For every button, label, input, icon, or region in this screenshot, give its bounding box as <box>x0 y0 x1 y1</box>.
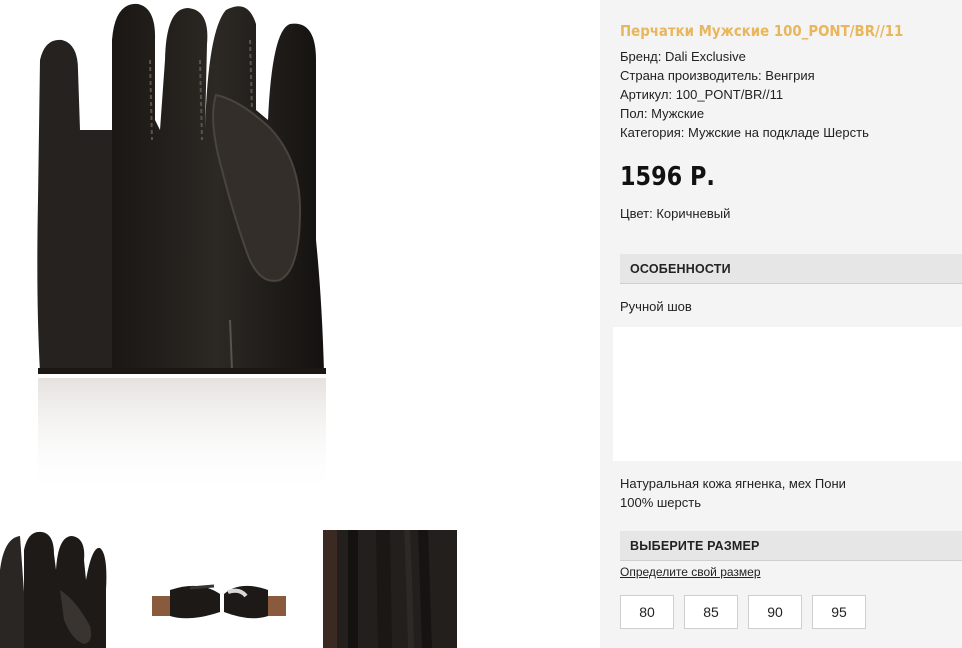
size-guide-link[interactable]: Определите свой размер <box>620 565 761 579</box>
thumbnail-front[interactable] <box>0 530 108 648</box>
material-line: 100% шерсть <box>620 495 701 510</box>
thumbnail-detail[interactable] <box>323 530 457 648</box>
attribute-brand: Бренд: Dali Exclusive <box>620 49 746 64</box>
main-product-image[interactable] <box>0 0 360 500</box>
features-heading: ОСОБЕННОСТИ <box>630 262 731 276</box>
attribute-gender: Пол: Мужские <box>620 106 705 121</box>
size-heading: ВЫБЕРИТЕ РАЗМЕР <box>630 539 760 553</box>
product-price: 1596 Р. <box>620 162 715 192</box>
product-gallery <box>0 0 600 648</box>
attribute-article: Артикул: 100_PONT/BR//11 <box>620 87 784 102</box>
material-description: Натуральная кожа ягненка, мех Пони 100% … <box>620 474 846 512</box>
product-title: Перчатки Мужские 100_PONT/BR//11 <box>620 22 904 40</box>
size-button-80[interactable]: 80 <box>620 595 674 629</box>
attribute-category: Категория: Мужские на подкладе Шерсть <box>620 125 869 140</box>
features-section-header: ОСОБЕННОСТИ <box>620 254 962 284</box>
product-info-panel: Перчатки Мужские 100_PONT/BR//11 Бренд: … <box>600 0 962 648</box>
feature-text: Ручной шов <box>620 299 692 314</box>
size-button-95[interactable]: 95 <box>812 595 866 629</box>
thumbnail-pair[interactable] <box>150 530 290 648</box>
product-color: Цвет: Коричневый <box>620 206 731 221</box>
size-section-header: ВЫБЕРИТЕ РАЗМЕР <box>620 531 962 561</box>
size-button-90[interactable]: 90 <box>748 595 802 629</box>
size-button-85[interactable]: 85 <box>684 595 738 629</box>
product-attributes: Бренд: Dali Exclusive Страна производите… <box>620 47 869 142</box>
material-line: Натуральная кожа ягненка, мех Пони <box>620 476 846 491</box>
attribute-country: Страна производитель: Венгрия <box>620 68 815 83</box>
feature-content-area <box>613 327 962 461</box>
